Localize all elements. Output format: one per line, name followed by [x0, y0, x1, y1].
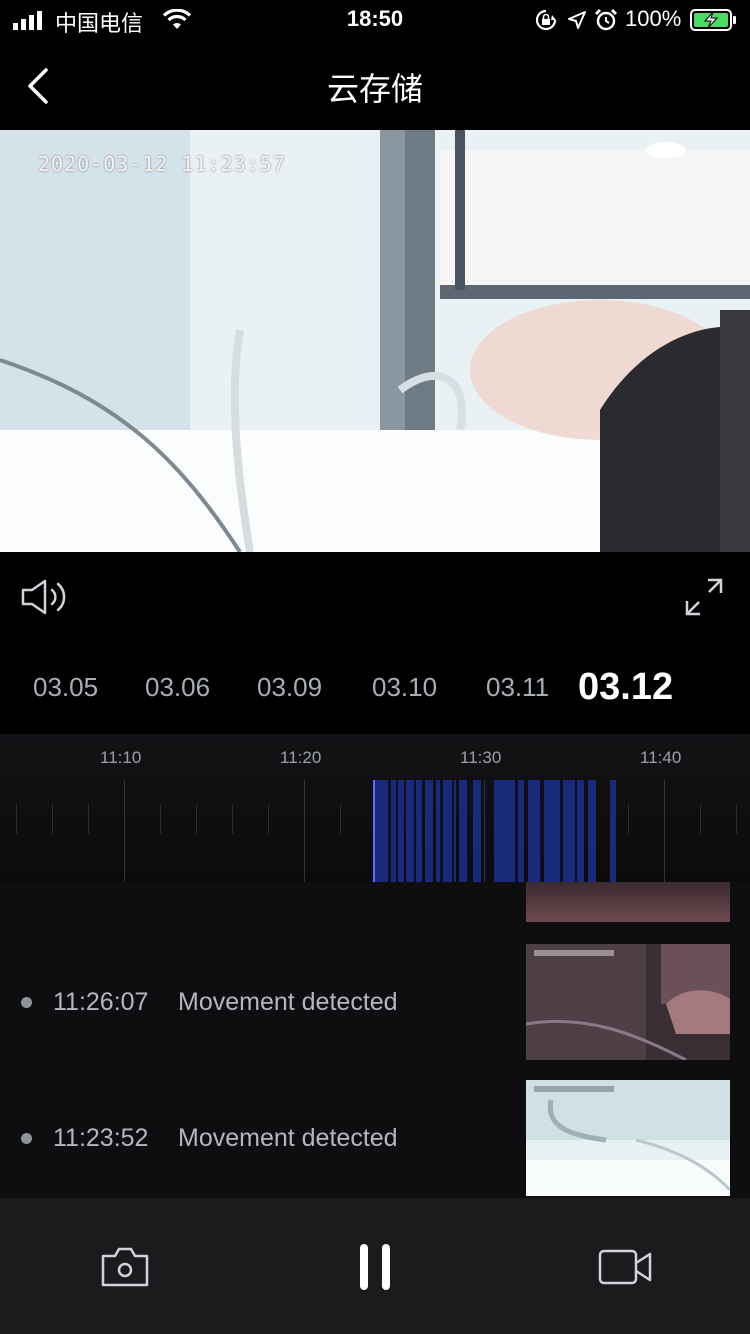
page-title: 云存储 [326, 70, 423, 108]
event-thumbnail[interactable] [526, 1080, 730, 1196]
event-dot [21, 1133, 32, 1144]
player-controls [0, 552, 750, 642]
date-tab[interactable]: 03.06 [145, 672, 210, 703]
timeline-minor-tick [196, 804, 197, 834]
timeline-label: 11:20 [280, 748, 322, 767]
video-frame-image [0, 130, 750, 552]
bottom-toolbar [0, 1198, 750, 1334]
timeline-gap [560, 780, 563, 882]
timeline-gap [388, 780, 391, 882]
expand-icon [685, 578, 723, 616]
timeline-minor-tick [16, 804, 17, 834]
timeline-recorded-segment [473, 780, 481, 882]
timeline-recorded-segment [494, 780, 524, 882]
date-tab[interactable]: 03.09 [257, 672, 322, 703]
date-tab[interactable]: 03.10 [372, 672, 437, 703]
event-dot [21, 997, 32, 1008]
timeline-recorded-segment [425, 780, 433, 882]
orientation-lock-icon [535, 9, 557, 31]
timeline-minor-tick [628, 804, 629, 834]
timeline-track[interactable] [0, 780, 750, 882]
date-tabs: 03.05 03.06 03.09 03.10 03.11 03.12 [0, 642, 750, 734]
timeline-recorded-segment [588, 780, 596, 882]
event-list: 11:26:07 Movement detected 11:23:52 Move… [0, 882, 750, 1198]
camera-icon [101, 1247, 149, 1287]
timeline-minor-tick [52, 804, 53, 834]
timeline-gap [452, 780, 454, 882]
pause-button[interactable] [358, 1242, 394, 1292]
event-item[interactable]: 11:26:07 Movement detected [0, 944, 750, 1080]
timeline-major-tick [664, 780, 665, 882]
video-player[interactable]: 2020-03-12 11:23:57 [0, 130, 750, 552]
snapshot-button[interactable] [100, 1246, 150, 1288]
video-camera-icon [598, 1249, 652, 1285]
timeline[interactable]: 11:10 11:20 11:30 11:40 [0, 734, 750, 882]
timeline-gap [414, 780, 416, 882]
location-icon [568, 11, 586, 29]
battery-percent: 100% [625, 6, 682, 31]
timeline-gap [515, 780, 518, 882]
event-thumbnail[interactable] [526, 882, 730, 922]
fullscreen-button[interactable] [684, 577, 724, 617]
speaker-icon [21, 579, 66, 615]
timeline-gap [575, 780, 577, 882]
timeline-minor-tick [232, 804, 233, 834]
battery-charging-icon [690, 9, 736, 31]
timeline-recorded-segment [544, 780, 584, 882]
timeline-minor-tick [700, 804, 701, 834]
timeline-recorded-segment [528, 780, 540, 882]
timeline-label: 11:10 [100, 748, 142, 767]
timeline-minor-tick [88, 804, 89, 834]
timeline-minor-tick [340, 804, 341, 834]
event-thumbnail-image [526, 944, 730, 1060]
nav-bar: 云存储 [0, 42, 750, 130]
event-thumbnail-image [526, 1080, 730, 1196]
timeline-recorded-segment [610, 780, 616, 882]
timeline-major-tick [304, 780, 305, 882]
timeline-gap [540, 780, 542, 882]
timeline-label: 11:40 [640, 748, 682, 767]
date-tab[interactable]: 03.11 [486, 672, 549, 703]
timeline-cursor [373, 780, 375, 882]
timeline-major-tick [124, 780, 125, 882]
event-time: 11:26:07 [53, 988, 149, 1016]
volume-button[interactable] [20, 578, 72, 616]
event-label: Movement detected [178, 1124, 398, 1152]
timeline-gap [467, 780, 470, 882]
timeline-gap [440, 780, 443, 882]
timeline-minor-tick [736, 804, 737, 834]
date-tab[interactable]: 03.05 [33, 672, 98, 703]
record-button[interactable] [598, 1248, 654, 1286]
timeline-gap [396, 780, 398, 882]
video-timestamp: 2020-03-12 11:23:57 [38, 152, 286, 176]
timeline-gap [485, 780, 487, 882]
timeline-major-tick [484, 780, 485, 882]
event-label: Movement detected [178, 988, 398, 1016]
timeline-label: 11:30 [460, 748, 502, 767]
timeline-minor-tick [160, 804, 161, 834]
event-item[interactable]: 11:23:52 Movement detected [0, 1080, 750, 1198]
event-time: 11:23:52 [53, 1124, 149, 1152]
status-bar: 中国电信 18:50 100% [0, 0, 750, 42]
timeline-minor-tick [268, 804, 269, 834]
pause-icon [360, 1244, 390, 1290]
date-tab-selected[interactable]: 03.12 [578, 666, 673, 709]
alarm-icon [594, 8, 618, 31]
event-thumbnail[interactable] [526, 944, 730, 1060]
